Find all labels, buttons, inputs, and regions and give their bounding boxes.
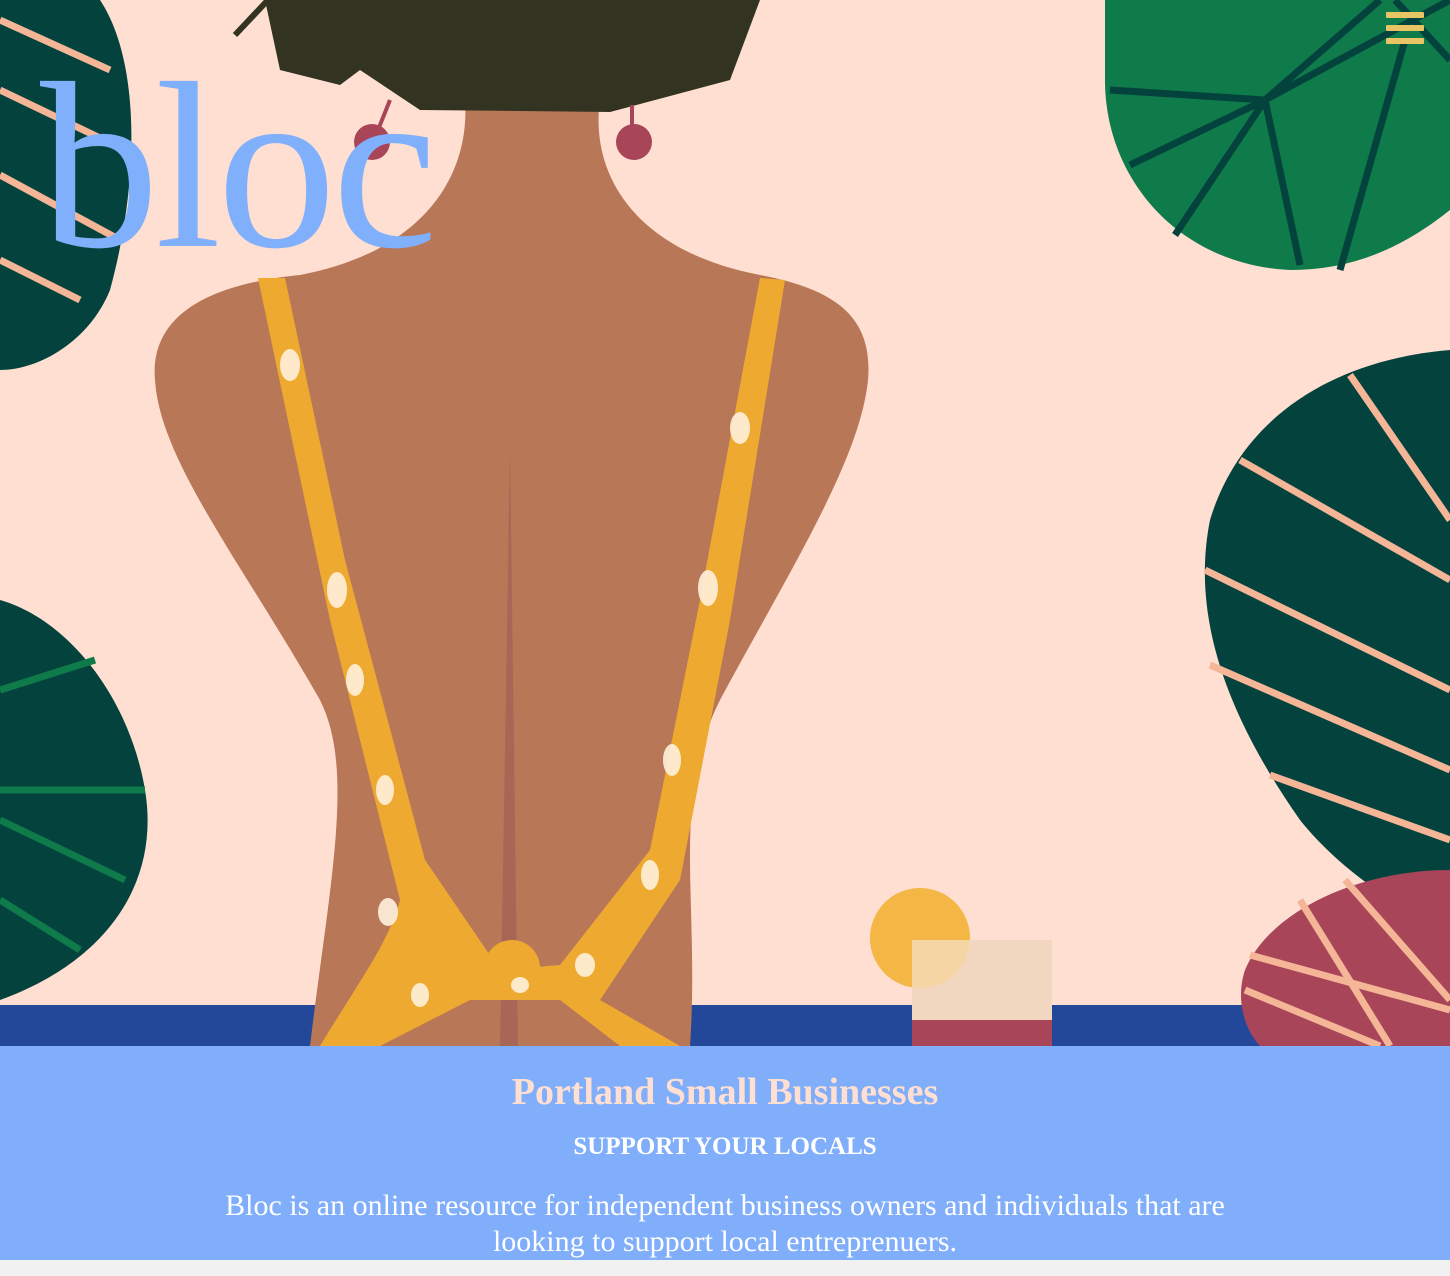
hero-section: bloc bbox=[0, 0, 1450, 1046]
page: bloc Portland Small Businesses SUPPORT Y… bbox=[0, 0, 1450, 1276]
hamburger-menu-icon[interactable] bbox=[1386, 12, 1424, 46]
intro-section: Portland Small Businesses SUPPORT YOUR L… bbox=[0, 1046, 1450, 1260]
intro-description: Bloc is an online resource for independe… bbox=[225, 1189, 1225, 1258]
intro-subtitle: SUPPORT YOUR LOCALS bbox=[573, 1133, 877, 1160]
leaf-left bbox=[0, 600, 148, 1000]
leaf-right bbox=[1203, 350, 1450, 930]
leaf-bottom-right bbox=[1240, 870, 1450, 1046]
intro-title: Portland Small Businesses bbox=[511, 1071, 939, 1113]
site-logo[interactable]: bloc bbox=[40, 48, 438, 286]
